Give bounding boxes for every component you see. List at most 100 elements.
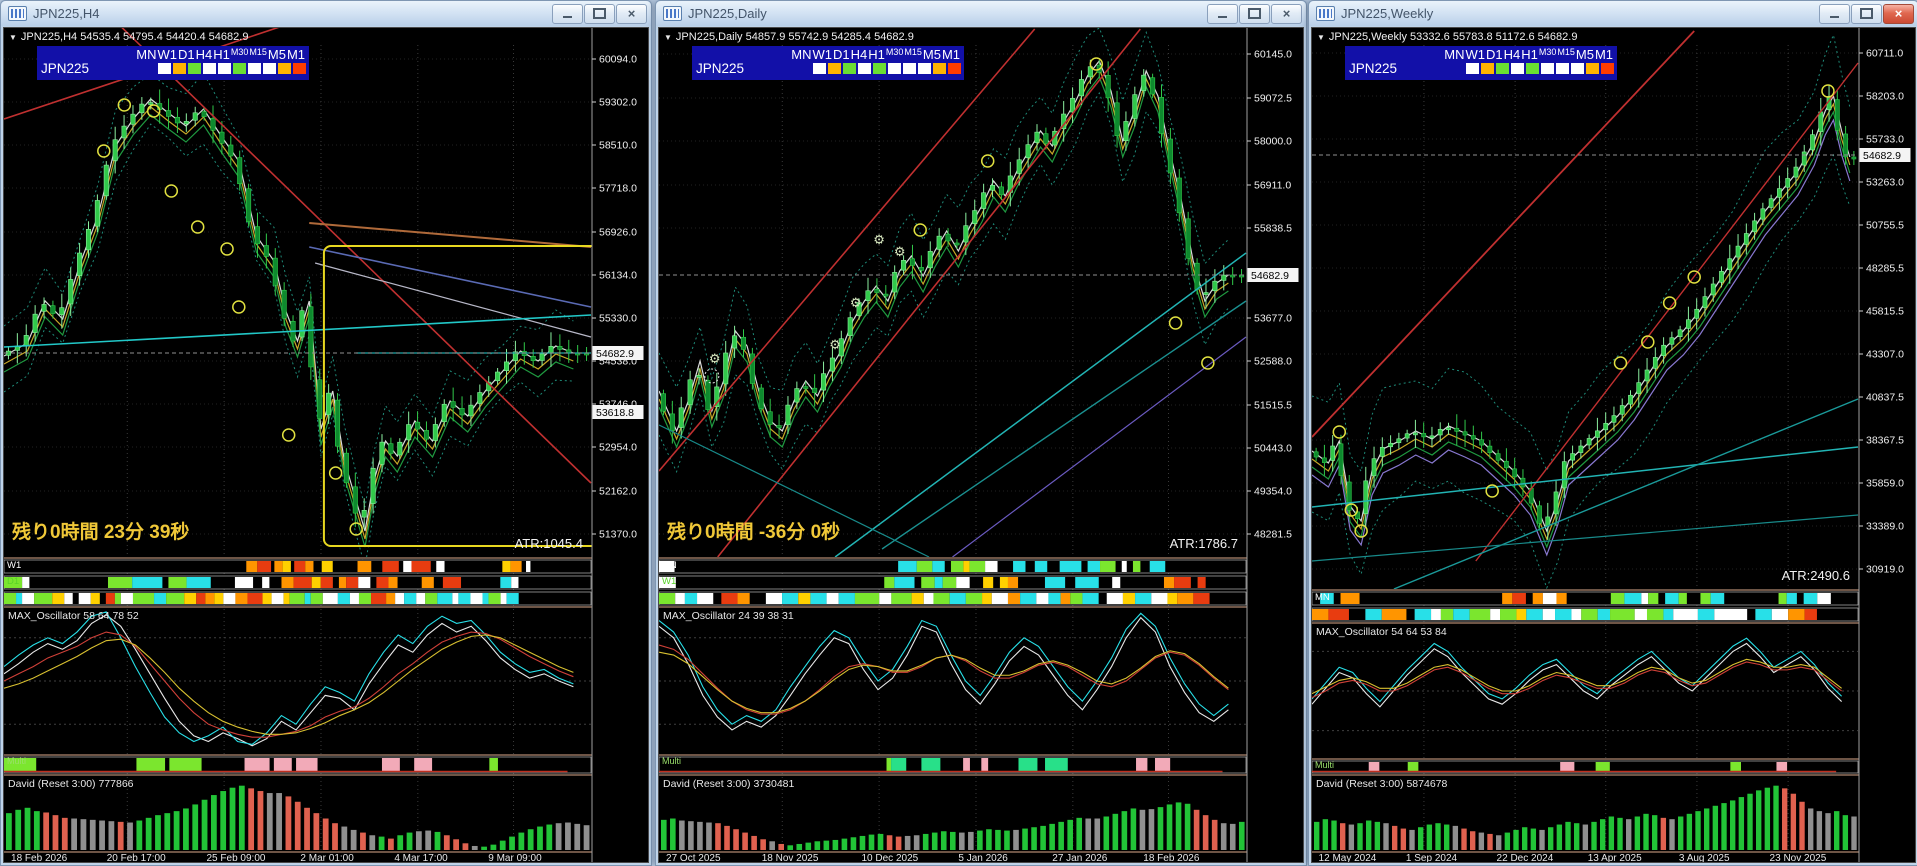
tf-w1[interactable]: W1 bbox=[812, 47, 832, 62]
tf-m1[interactable]: M1 bbox=[1595, 47, 1613, 62]
desktop: { "ui": {"arrow": "▼", "close_glyph": "×… bbox=[0, 0, 1917, 866]
tf-mn[interactable]: MN bbox=[1444, 47, 1464, 62]
titlebar[interactable]: JPN225,H4 × bbox=[1, 1, 651, 26]
tf-h4[interactable]: H4 bbox=[196, 47, 213, 62]
axis-text: 54682.9 bbox=[1863, 150, 1901, 162]
tf-m30[interactable]: M30 bbox=[231, 47, 249, 57]
tf-m5[interactable]: M5 bbox=[923, 47, 941, 62]
tf-status-square[interactable] bbox=[1481, 63, 1494, 74]
signal-circle-icon bbox=[232, 300, 246, 314]
tf-h4[interactable]: H4 bbox=[1504, 47, 1521, 62]
tf-h1[interactable]: H1 bbox=[213, 47, 230, 62]
tf-status-square[interactable] bbox=[203, 63, 216, 74]
atr-value: ATR:2490.6 bbox=[1781, 568, 1850, 583]
axis-text: 20 Feb 17:00 bbox=[107, 853, 166, 862]
axis-text: 52162.0 bbox=[599, 486, 637, 498]
close-button[interactable]: × bbox=[616, 3, 647, 24]
tf-m15[interactable]: M15 bbox=[1557, 47, 1575, 57]
tf-m1[interactable]: M1 bbox=[942, 47, 960, 62]
axis-text: 48285.5 bbox=[1866, 263, 1904, 275]
tf-m15[interactable]: M15 bbox=[249, 47, 267, 57]
titlebar[interactable]: JPN225,Daily × bbox=[656, 1, 1306, 26]
gear-marker-icon: ⚙ bbox=[850, 295, 862, 310]
tf-m30[interactable]: M30 bbox=[886, 47, 904, 57]
axis-text: 18 Nov 2025 bbox=[762, 853, 819, 862]
tf-status-square[interactable] bbox=[1541, 63, 1554, 74]
minimize-button[interactable] bbox=[1207, 3, 1238, 24]
tf-status-square[interactable] bbox=[843, 63, 856, 74]
restore-button[interactable] bbox=[1851, 3, 1882, 24]
chart-canvas[interactable]: óóó1008050200ó118856960769560094.059302.… bbox=[4, 28, 646, 862]
tf-status-square[interactable] bbox=[1586, 63, 1599, 74]
tf-d1[interactable]: D1 bbox=[833, 47, 850, 62]
tf-status-square[interactable] bbox=[813, 63, 826, 74]
tf-m5[interactable]: M5 bbox=[1576, 47, 1594, 62]
remaining-time-text: 残り0時間 23分 39秒 bbox=[12, 522, 190, 543]
tf-m15[interactable]: M15 bbox=[904, 47, 922, 57]
tf-status-square[interactable] bbox=[1496, 63, 1509, 74]
tf-m30[interactable]: M30 bbox=[1539, 47, 1557, 57]
tf-status-square[interactable] bbox=[263, 63, 276, 74]
ohlc-header[interactable]: ▼ JPN225,H4 54535.4 54795.4 54420.4 54682… bbox=[9, 31, 248, 43]
tf-status-square[interactable] bbox=[888, 63, 901, 74]
window-jpn225-h4: JPN225,H4 × óóó1008050200ó11885696076956… bbox=[0, 0, 652, 866]
axis-text: 58510.0 bbox=[599, 140, 637, 152]
tf-status-square[interactable] bbox=[173, 63, 186, 74]
close-button[interactable]: × bbox=[1883, 3, 1914, 24]
tf-status-square[interactable] bbox=[933, 63, 946, 74]
oscillator-label: MAX_Oscillator 58 64 78 52 bbox=[8, 610, 139, 622]
axis-text: 60094.0 bbox=[599, 54, 637, 66]
tf-d1[interactable]: D1 bbox=[1486, 47, 1503, 62]
tf-status-square[interactable] bbox=[233, 63, 246, 74]
restore-button[interactable] bbox=[584, 3, 615, 24]
signal-circle-icon bbox=[913, 223, 927, 237]
axis-text: 9 Mar 09:00 bbox=[488, 853, 542, 862]
tf-status-square[interactable] bbox=[158, 63, 171, 74]
minimize-button[interactable] bbox=[552, 3, 583, 24]
tf-mn[interactable]: MN bbox=[791, 47, 811, 62]
titlebar[interactable]: JPN225,Weekly × bbox=[1309, 1, 1917, 26]
axis-text: 30919.0 bbox=[1866, 564, 1904, 576]
tf-d1[interactable]: D1 bbox=[178, 47, 195, 62]
tf-h1[interactable]: H1 bbox=[1521, 47, 1538, 62]
tf-status-square[interactable] bbox=[948, 63, 961, 74]
tf-h1[interactable]: H1 bbox=[868, 47, 885, 62]
tf-w1[interactable]: W1 bbox=[157, 47, 177, 62]
tf-status-square[interactable] bbox=[1526, 63, 1539, 74]
axis-text: 57718.0 bbox=[599, 183, 637, 195]
tf-w1[interactable]: W1 bbox=[1465, 47, 1485, 62]
restore-button[interactable] bbox=[1239, 3, 1270, 24]
tf-status-square[interactable] bbox=[1556, 63, 1569, 74]
tf-status-square[interactable] bbox=[1571, 63, 1584, 74]
close-button[interactable]: × bbox=[1271, 3, 1302, 24]
tf-status-square[interactable] bbox=[1601, 63, 1614, 74]
axis-text: 52954.0 bbox=[599, 442, 637, 454]
tf-status-square[interactable] bbox=[278, 63, 291, 74]
signal-circle-icon bbox=[164, 184, 179, 198]
tf-m1[interactable]: M1 bbox=[287, 47, 305, 62]
tf-status-square[interactable] bbox=[858, 63, 871, 74]
ohlc-header[interactable]: ▼ JPN225,Weekly 53332.6 55783.8 51172.6 5… bbox=[1317, 31, 1577, 43]
close-icon: × bbox=[627, 5, 636, 21]
axis-text: 58203.0 bbox=[1866, 91, 1904, 103]
tf-status-square[interactable] bbox=[188, 63, 201, 74]
tf-status-square[interactable] bbox=[828, 63, 841, 74]
tf-mn[interactable]: MN bbox=[136, 47, 156, 62]
signal-circle-icon bbox=[1168, 316, 1183, 330]
axis-text: 54682.9 bbox=[1251, 270, 1289, 282]
tf-status-square[interactable] bbox=[293, 63, 306, 74]
tf-status-square[interactable] bbox=[1511, 63, 1524, 74]
minimize-button[interactable] bbox=[1819, 3, 1850, 24]
tf-status-square[interactable] bbox=[248, 63, 261, 74]
ohlc-header[interactable]: ▼ JPN225,Daily 54857.9 55742.9 54285.4 54… bbox=[664, 31, 914, 43]
tf-m5[interactable]: M5 bbox=[268, 47, 286, 62]
chart-canvas[interactable]: ⚙⚙⚙⚙⚙óóó1008050200ó4539785257570960145.0… bbox=[659, 28, 1301, 862]
chart-canvas[interactable]: óó1008050200ó774258022309960711.058203.0… bbox=[1312, 28, 1913, 862]
tf-status-square[interactable] bbox=[1466, 63, 1479, 74]
axis-text: 55733.0 bbox=[1866, 134, 1904, 146]
tf-status-square[interactable] bbox=[903, 63, 916, 74]
tf-status-square[interactable] bbox=[218, 63, 231, 74]
tf-status-square[interactable] bbox=[873, 63, 886, 74]
tf-status-square[interactable] bbox=[918, 63, 931, 74]
tf-h4[interactable]: H4 bbox=[851, 47, 868, 62]
